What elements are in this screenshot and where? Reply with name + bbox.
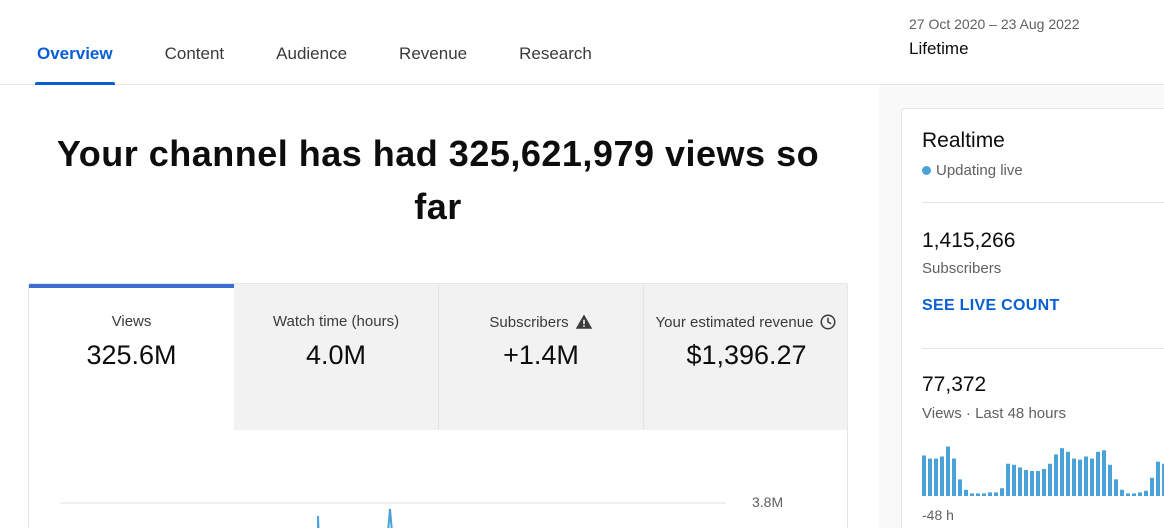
realtime-views-bar-chart[interactable] bbox=[922, 444, 1164, 496]
metric-watch-time[interactable]: Watch time (hours) 4.0M bbox=[234, 284, 439, 430]
realtime-bar bbox=[1024, 470, 1028, 496]
realtime-bar bbox=[1060, 448, 1064, 496]
views-chart-svg bbox=[60, 502, 726, 528]
realtime-bar bbox=[1102, 450, 1106, 496]
realtime-bar bbox=[1054, 454, 1058, 496]
realtime-bar bbox=[1090, 458, 1094, 496]
top-nav: Overview Content Audience Revenue Resear… bbox=[0, 0, 1164, 85]
realtime-bar bbox=[928, 458, 932, 496]
metric-label: Watch time (hours) bbox=[234, 313, 438, 330]
warning-icon[interactable] bbox=[575, 313, 593, 331]
tab-overview[interactable]: Overview bbox=[35, 43, 115, 85]
realtime-bar bbox=[1108, 464, 1112, 496]
metric-label: Subscribers bbox=[439, 313, 643, 331]
realtime-live-text: Updating live bbox=[936, 162, 1023, 179]
realtime-bar bbox=[1006, 463, 1010, 496]
live-dot-icon bbox=[922, 166, 931, 175]
metric-subscribers-label: Subscribers bbox=[489, 313, 569, 331]
date-range-label: Lifetime bbox=[909, 39, 969, 58]
realtime-bar bbox=[922, 455, 926, 496]
tab-content[interactable]: Content bbox=[165, 43, 225, 85]
realtime-bar bbox=[1066, 451, 1070, 496]
realtime-bar bbox=[964, 489, 968, 496]
metrics-card: Views 325.6M Watch time (hours) 4.0M Sub… bbox=[28, 283, 848, 528]
metric-revenue-label: Your estimated revenue bbox=[655, 313, 814, 331]
metric-watch-time-value: 4.0M bbox=[305, 340, 367, 370]
tab-research[interactable]: Research bbox=[519, 43, 592, 85]
realtime-bar bbox=[1156, 461, 1160, 496]
realtime-bar bbox=[1048, 463, 1052, 496]
realtime-bar bbox=[952, 458, 956, 496]
realtime-subscribers-label: Subscribers bbox=[922, 260, 1002, 277]
metric-revenue-value: $1,396.27 bbox=[686, 340, 807, 370]
realtime-bar bbox=[1138, 492, 1142, 496]
see-live-count-link[interactable]: SEE LIVE COUNT bbox=[922, 297, 1060, 315]
realtime-bar bbox=[1084, 456, 1088, 496]
realtime-bar bbox=[1030, 471, 1034, 496]
metric-views-label: Views bbox=[111, 313, 152, 330]
views-chart[interactable]: 3.8M bbox=[29, 430, 847, 528]
realtime-card: Realtime Updating live 1,415,266 Subscri… bbox=[901, 108, 1164, 528]
realtime-bar bbox=[982, 493, 986, 496]
clock-icon[interactable] bbox=[819, 313, 837, 331]
realtime-bar bbox=[1096, 451, 1100, 496]
realtime-bar bbox=[1078, 459, 1082, 496]
realtime-bar bbox=[934, 458, 938, 496]
tab-list: Overview Content Audience Revenue Resear… bbox=[35, 43, 644, 85]
realtime-bar bbox=[940, 456, 944, 496]
realtime-bar bbox=[1114, 479, 1118, 496]
realtime-bar bbox=[1132, 493, 1136, 496]
realtime-title: Realtime bbox=[922, 129, 1005, 152]
realtime-bar bbox=[1000, 488, 1004, 496]
metric-revenue[interactable]: Your estimated revenue $1,396.27 bbox=[644, 284, 847, 430]
analytics-page: Overview Content Audience Revenue Resear… bbox=[0, 0, 1164, 528]
realtime-live-status: Updating live bbox=[922, 162, 1023, 179]
views-line bbox=[317, 508, 393, 528]
metric-label: Views bbox=[29, 313, 234, 330]
metric-subscribers[interactable]: Subscribers +1.4M bbox=[439, 284, 644, 430]
realtime-views-label: Views · Last 48 hours bbox=[922, 405, 1066, 422]
realtime-bar bbox=[988, 492, 992, 496]
realtime-bar bbox=[1036, 471, 1040, 496]
tab-audience[interactable]: Audience bbox=[276, 43, 347, 85]
realtime-bar bbox=[946, 446, 950, 496]
realtime-bar bbox=[1012, 464, 1016, 496]
page-headline: Your channel has had 325,621,979 views s… bbox=[56, 133, 820, 227]
realtime-views-value: 77,372 bbox=[922, 373, 987, 396]
realtime-bar bbox=[1042, 468, 1046, 496]
realtime-bar bbox=[1018, 467, 1022, 496]
divider bbox=[922, 348, 1164, 349]
metric-views-value: 325.6M bbox=[86, 340, 177, 370]
tab-revenue[interactable]: Revenue bbox=[399, 43, 467, 85]
realtime-bar bbox=[976, 493, 980, 496]
realtime-bar bbox=[1126, 493, 1130, 496]
realtime-axis-start: -48 h bbox=[922, 507, 954, 523]
realtime-bar bbox=[970, 493, 974, 496]
realtime-subscribers-value: 1,415,266 bbox=[922, 229, 1016, 252]
metric-subscribers-value: +1.4M bbox=[503, 340, 579, 370]
realtime-bar bbox=[1144, 490, 1148, 496]
realtime-bar bbox=[1120, 489, 1124, 496]
metric-label: Your estimated revenue bbox=[644, 313, 847, 331]
date-range-picker[interactable]: 27 Oct 2020 – 23 Aug 2022 Lifetime bbox=[909, 15, 1079, 61]
realtime-bar bbox=[958, 479, 962, 496]
metric-views[interactable]: Views 325.6M bbox=[29, 284, 234, 430]
realtime-bar bbox=[1150, 477, 1154, 496]
chart-y-tick-label: 3.8M bbox=[752, 494, 784, 510]
realtime-bar bbox=[1072, 458, 1076, 496]
date-range-dates: 27 Oct 2020 – 23 Aug 2022 bbox=[909, 16, 1080, 32]
metric-watch-time-label: Watch time (hours) bbox=[272, 313, 400, 330]
realtime-bar bbox=[994, 492, 998, 496]
divider bbox=[922, 202, 1164, 203]
metric-tabs: Views 325.6M Watch time (hours) 4.0M Sub… bbox=[29, 284, 847, 430]
